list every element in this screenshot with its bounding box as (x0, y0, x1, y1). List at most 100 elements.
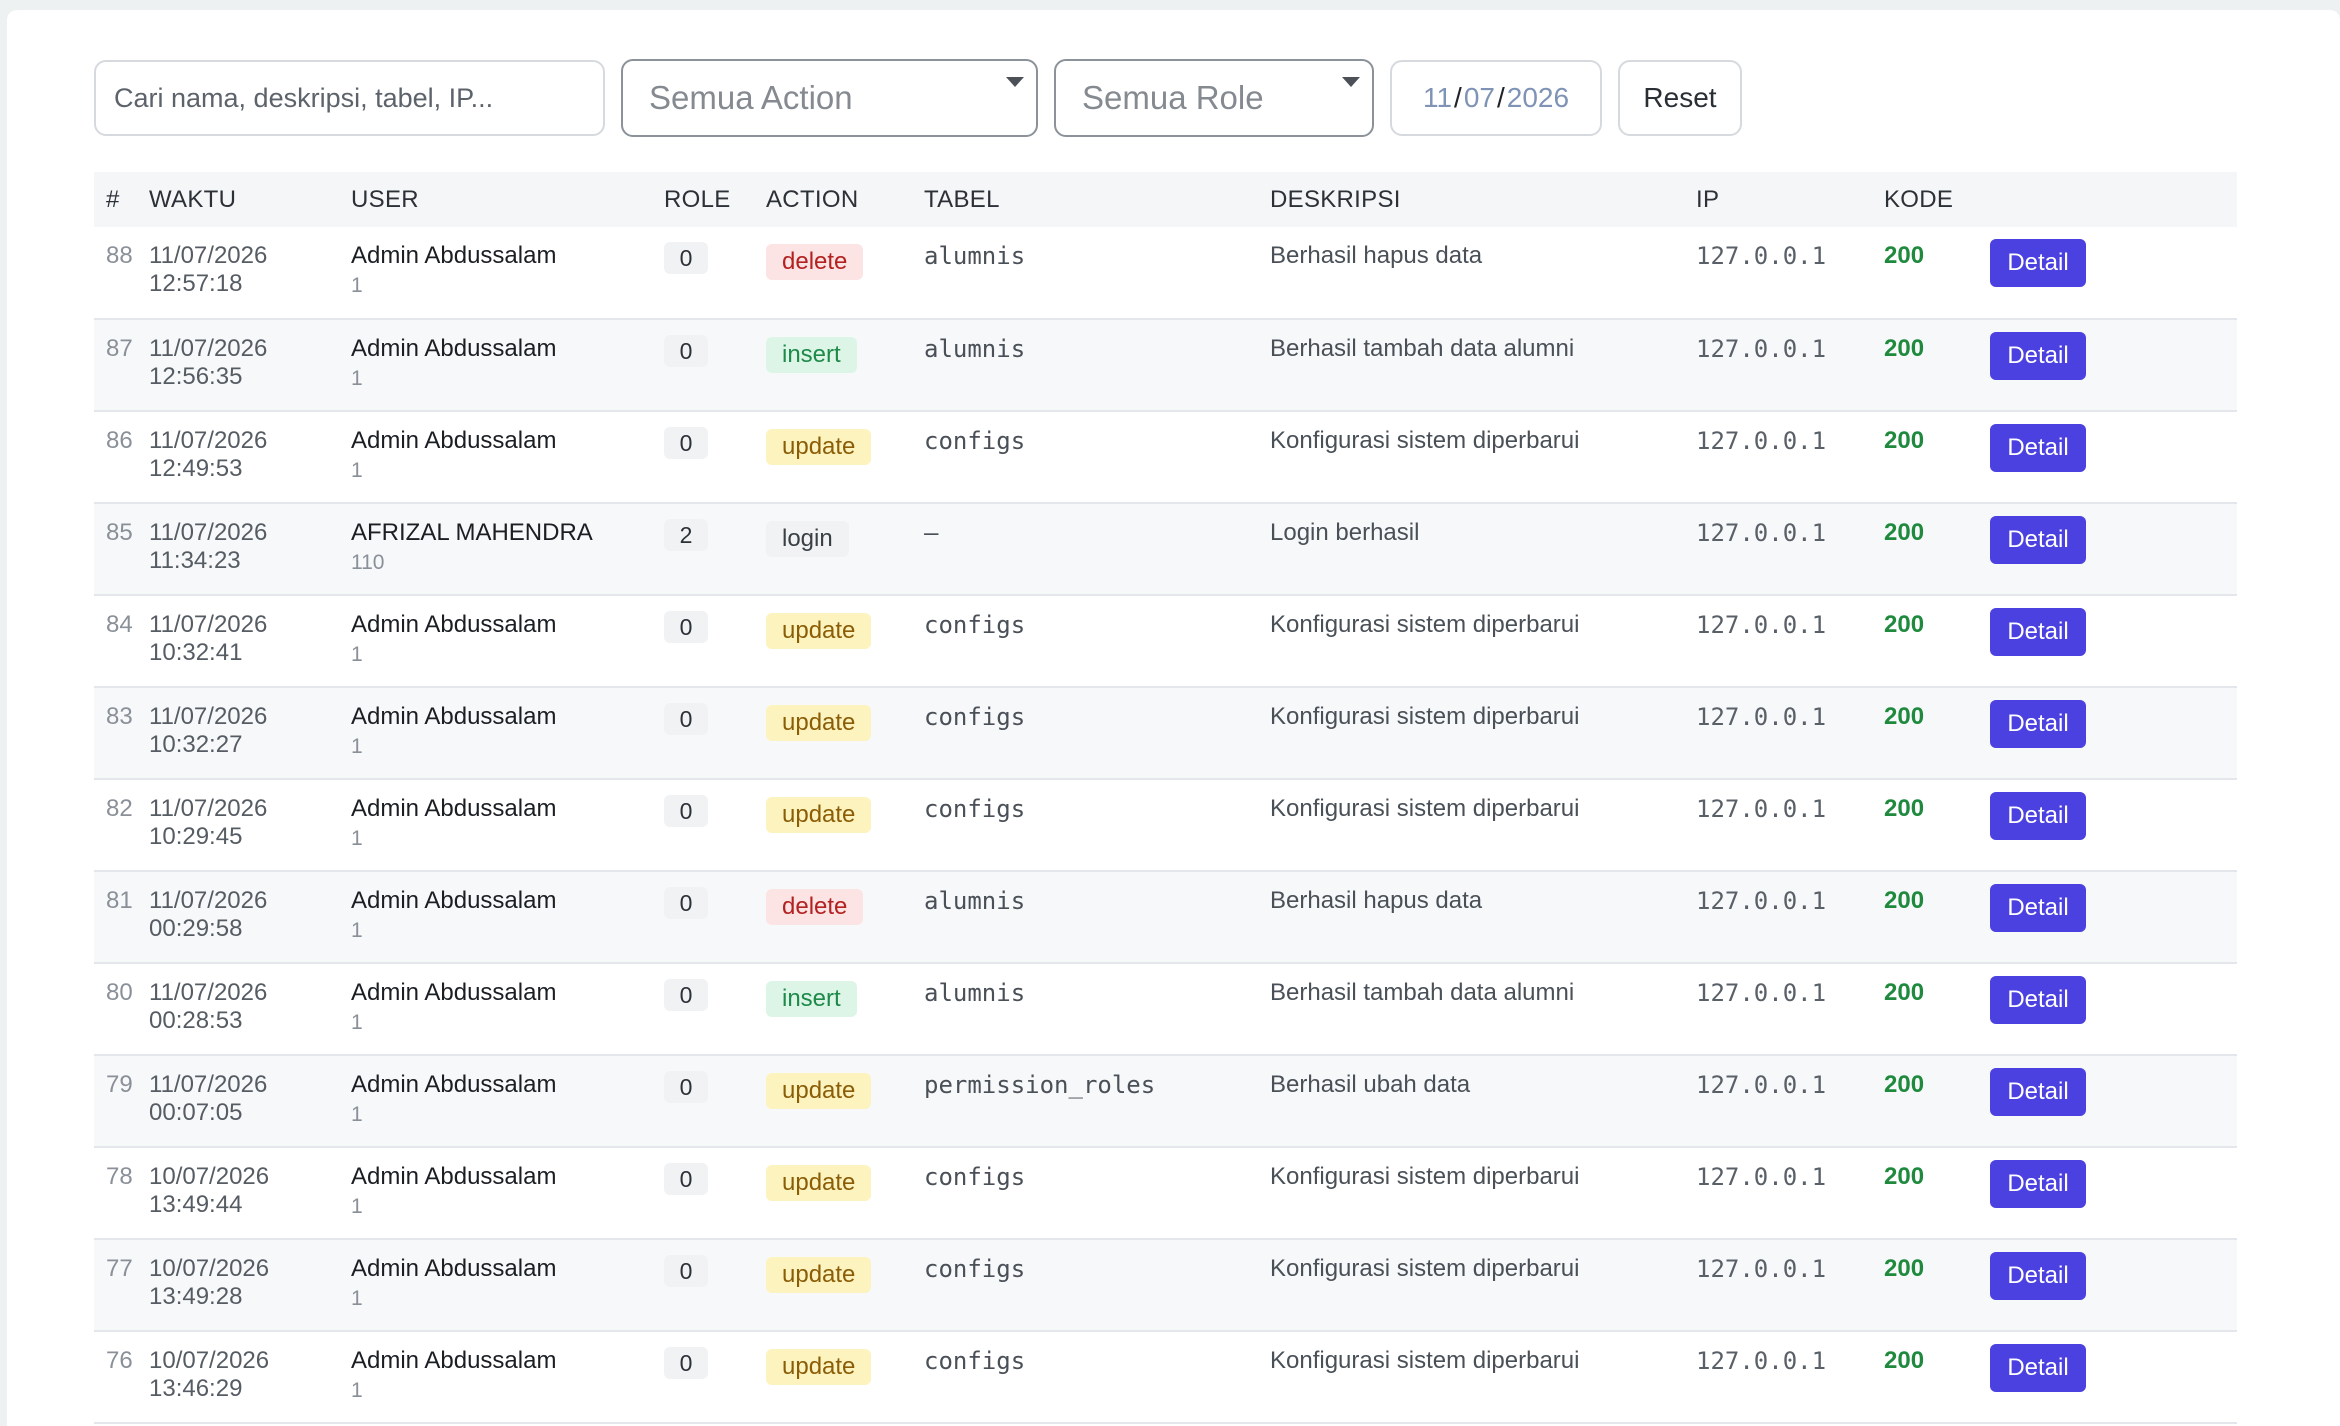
row-actions: Detail (1978, 687, 2237, 779)
row-time: 10/07/2026 13:46:29 (149, 1347, 270, 1402)
row-table: configs (924, 1255, 1026, 1283)
table-row: 76 10/07/2026 13:46:29 Admin Abdussalam 1 0 u… (94, 1331, 2237, 1423)
row-table: alumnis (924, 887, 1026, 915)
column-header: TABEL (924, 185, 1000, 213)
detail-button[interactable]: Detail (1990, 884, 2086, 932)
role-badge: 0 (664, 1071, 708, 1103)
date-input[interactable]: 11/07/2026 (1390, 60, 1602, 136)
table-header-row: # WAKTU USER ROLE ACTION TABEL DESKRIPSI IP KODE (94, 172, 2237, 227)
row-role: 0 (652, 411, 754, 503)
detail-button[interactable]: Detail (1990, 1160, 2086, 1208)
user-name: Admin Abdussalam (351, 703, 557, 730)
row-ip: 127.0.0.1 (1696, 795, 1827, 823)
user-name: Admin Abdussalam (351, 1071, 557, 1098)
column-header: WAKTU (149, 185, 237, 213)
row-action: delete (754, 227, 912, 319)
role-badge: 0 (664, 1255, 708, 1287)
user-name: Admin Abdussalam (351, 979, 557, 1006)
row-description: Konfigurasi sistem diperbarui (1270, 1255, 1580, 1282)
user-id: 1 (351, 1011, 363, 1034)
row-user: Admin Abdussalam 1 (339, 227, 652, 319)
row-actions: Detail (1978, 871, 2237, 963)
row-description: Konfigurasi sistem diperbarui (1270, 427, 1580, 454)
row-time: 11/07/2026 12:56:35 (149, 335, 268, 390)
column-header: USER (351, 185, 419, 213)
row-table: alumnis (924, 979, 1026, 1007)
row-description: Berhasil ubah data (1270, 1071, 1471, 1098)
row-status-code: 200 (1884, 979, 1925, 1006)
row-action: update (754, 411, 912, 503)
detail-button[interactable]: Detail (1990, 239, 2086, 287)
row-status-code: 200 (1884, 1071, 1925, 1098)
action-select[interactable]: Semua Action (621, 59, 1038, 137)
row-ip: 127.0.0.1 (1696, 1255, 1827, 1283)
row-role: 0 (652, 227, 754, 319)
row-status-code: 200 (1884, 1347, 1925, 1374)
action-badge: update (766, 429, 872, 465)
detail-button[interactable]: Detail (1990, 1068, 2086, 1116)
row-role: 0 (652, 963, 754, 1055)
role-badge: 0 (664, 887, 708, 919)
user-id: 1 (351, 827, 363, 850)
detail-button[interactable]: Detail (1990, 700, 2086, 748)
user-id: 1 (351, 274, 363, 297)
table-row: 87 11/07/2026 12:56:35 Admin Abdussalam 1 0 i… (94, 319, 2237, 411)
row-id: 76 (106, 1347, 133, 1374)
detail-button[interactable]: Detail (1990, 1344, 2086, 1392)
row-action: update (754, 1331, 912, 1423)
row-action: update (754, 687, 912, 779)
row-table: configs (924, 611, 1026, 639)
detail-button[interactable]: Detail (1990, 1252, 2086, 1300)
role-select[interactable]: Semua Role (1054, 59, 1374, 137)
user-name: Admin Abdussalam (351, 611, 557, 638)
row-id: 80 (106, 979, 133, 1006)
row-description: Berhasil tambah data alumni (1270, 335, 1575, 362)
column-header (1978, 172, 2237, 227)
user-name: Admin Abdussalam (351, 1347, 557, 1374)
row-action: delete (754, 871, 912, 963)
role-select-value: Semua Role (1082, 79, 1264, 116)
row-user: Admin Abdussalam 1 (339, 1239, 652, 1331)
table-row: 86 11/07/2026 12:49:53 Admin Abdussalam 1 0 u… (94, 411, 2237, 503)
row-table: configs (924, 1163, 1026, 1191)
row-status-code: 200 (1884, 519, 1925, 546)
search-input[interactable] (94, 60, 605, 136)
row-user: Admin Abdussalam 1 (339, 595, 652, 687)
row-actions: Detail (1978, 963, 2237, 1055)
detail-button[interactable]: Detail (1990, 516, 2086, 564)
row-user: Admin Abdussalam 1 (339, 963, 652, 1055)
user-id: 1 (351, 643, 363, 666)
reset-button[interactable]: Reset (1618, 60, 1742, 136)
detail-button[interactable]: Detail (1990, 608, 2086, 656)
row-action: update (754, 779, 912, 871)
table-row: 88 11/07/2026 12:57:18 Admin Abdussalam 1 0 d… (94, 227, 2237, 319)
row-table: configs (924, 1347, 1026, 1375)
chevron-down-icon (1342, 77, 1360, 87)
row-actions: Detail (1978, 595, 2237, 687)
row-role: 0 (652, 1147, 754, 1239)
user-name: Admin Abdussalam (351, 427, 557, 454)
row-id: 82 (106, 795, 133, 822)
role-badge: 0 (664, 611, 708, 643)
row-table: – (924, 519, 939, 547)
row-status-code: 200 (1884, 242, 1925, 269)
row-id: 79 (106, 1071, 133, 1098)
row-id: 84 (106, 611, 133, 638)
user-id: 1 (351, 735, 363, 758)
user-id: 1 (351, 1379, 363, 1402)
row-time: 11/07/2026 00:28:53 (149, 979, 268, 1034)
detail-button[interactable]: Detail (1990, 424, 2086, 472)
row-ip: 127.0.0.1 (1696, 335, 1827, 363)
detail-button[interactable]: Detail (1990, 976, 2086, 1024)
table-row: 84 11/07/2026 10:32:41 Admin Abdussalam 1 0 u… (94, 595, 2237, 687)
row-description: Konfigurasi sistem diperbarui (1270, 1347, 1580, 1374)
row-user: Admin Abdussalam 1 (339, 411, 652, 503)
row-action: update (754, 1239, 912, 1331)
action-badge: insert (766, 981, 857, 1017)
action-badge: update (766, 1165, 872, 1201)
table-row: 82 11/07/2026 10:29:45 Admin Abdussalam 1 0 u… (94, 779, 2237, 871)
date-month: 07 (1463, 82, 1495, 113)
detail-button[interactable]: Detail (1990, 332, 2086, 380)
detail-button[interactable]: Detail (1990, 792, 2086, 840)
row-id: 77 (106, 1255, 133, 1282)
